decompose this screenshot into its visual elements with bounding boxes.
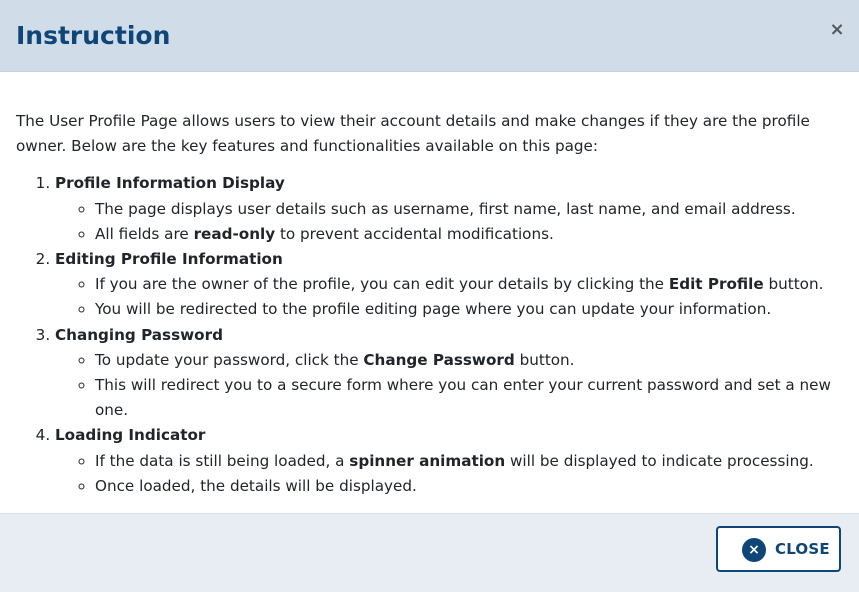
detail-text: To update your password, click the — [95, 350, 364, 369]
instruction-dialog: Instruction × The User Profile Page allo… — [0, 0, 859, 592]
feature-detail-item: You will be redirected to the profile ed… — [95, 297, 851, 322]
emphasis-text: read-only — [193, 224, 276, 243]
close-button-label: CLOSE — [775, 540, 830, 558]
feature-detail-item: The page displays user details such as u… — [95, 197, 851, 222]
detail-text: If you are the owner of the profile, you… — [95, 275, 669, 294]
emphasis-text: spinner animation — [349, 451, 506, 470]
close-button[interactable]: × CLOSE — [716, 526, 841, 572]
feature-item: Changing Password To update your password… — [55, 323, 851, 424]
feature-item: Loading Indicator If the data is still be… — [55, 423, 851, 499]
feature-title: Loading Indicator — [55, 426, 206, 445]
detail-text: will be displayed to indicate processing… — [505, 451, 814, 470]
feature-detail-item: This will redirect you to a secure form … — [95, 373, 851, 423]
feature-details-list: To update your password, click the Chang… — [55, 348, 851, 424]
feature-detail-item: If the data is still being loaded, a spi… — [95, 449, 851, 474]
detail-text: This will redirect you to a secure form … — [95, 376, 831, 420]
feature-detail-item: If you are the owner of the profile, you… — [95, 272, 851, 297]
detail-text: The page displays user details such as u… — [95, 199, 796, 218]
detail-text: You will be redirected to the profile ed… — [95, 300, 772, 319]
feature-item: Editing Profile Information If you are th… — [55, 247, 851, 323]
feature-title: Profile Information Display — [55, 174, 285, 193]
detail-text: If the data is still being loaded, a — [95, 451, 350, 470]
feature-detail-item: To update your password, click the Chang… — [95, 348, 851, 373]
close-icon[interactable]: × — [828, 19, 846, 41]
detail-text: All fields are — [95, 224, 194, 243]
features-list: Profile Information Display The page disp… — [16, 171, 851, 499]
detail-text: button. — [763, 275, 824, 294]
detail-text: to prevent accidental modifications. — [275, 224, 554, 243]
dialog-title: Instruction — [16, 21, 171, 50]
feature-details-list: If you are the owner of the profile, you… — [55, 272, 851, 322]
emphasis-text: Edit Profile — [668, 275, 764, 294]
feature-detail-item: All fields are read-only to prevent acci… — [95, 222, 851, 247]
emphasis-text: Change Password — [363, 350, 515, 369]
feature-details-list: If the data is still being loaded, a spi… — [55, 449, 851, 499]
feature-item: Profile Information Display The page disp… — [55, 171, 851, 247]
close-circle-icon: × — [742, 538, 766, 562]
feature-title: Changing Password — [55, 325, 223, 344]
intro-text: The User Profile Page allows users to vi… — [16, 112, 810, 156]
detail-text: button. — [514, 350, 575, 369]
detail-text: Once loaded, the details will be display… — [95, 476, 417, 495]
dialog-body: The User Profile Page allows users to vi… — [16, 109, 851, 499]
feature-detail-item: Once loaded, the details will be display… — [95, 474, 851, 499]
feature-title: Editing Profile Information — [55, 250, 283, 269]
feature-details-list: The page displays user details such as u… — [55, 197, 851, 247]
dialog-header: Instruction × — [0, 0, 859, 72]
